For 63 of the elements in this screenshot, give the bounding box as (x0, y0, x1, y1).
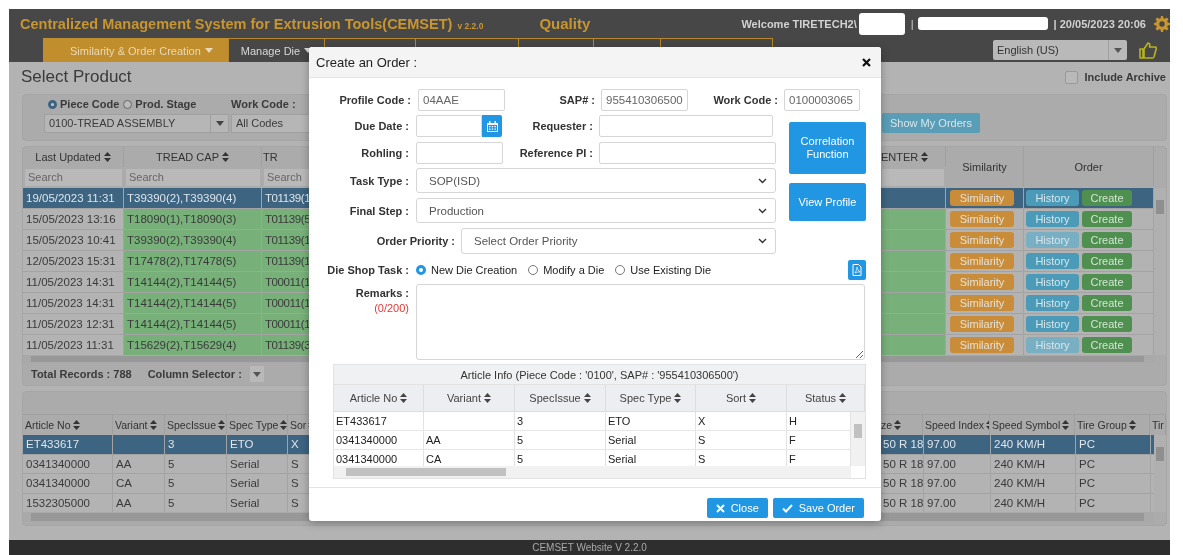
page-title: Select Product (21, 67, 132, 87)
table-cell: 240 KM/H (991, 474, 1076, 493)
table-cell: T39390(2),T39390(4) (124, 230, 262, 250)
radio-label: Prod. Stage (135, 98, 197, 110)
table-cell: X (696, 412, 787, 430)
field-label: SAP# : (558, 94, 595, 106)
table-cell: 97.00 (924, 454, 991, 473)
field-label: Profile Code : (338, 94, 411, 106)
table-cell: AA (424, 431, 515, 449)
table-cell: 0341340000 (334, 431, 424, 449)
field-label: Work Code : (231, 98, 296, 110)
table-cell: CA (113, 474, 165, 493)
table-cell: ET433617 (334, 412, 424, 430)
table-cell: S (696, 431, 787, 449)
table-cell: 240 KM/H (991, 454, 1076, 473)
checkbox-label: Include Archive (1084, 71, 1166, 83)
table-cell: 3 (515, 412, 606, 430)
table-cell: 5 (165, 454, 227, 473)
table-cell: PC (1076, 474, 1151, 493)
table-cell: PC (1076, 435, 1151, 454)
field-label: Task Type : (349, 174, 409, 187)
field-label: Reference PI : (518, 146, 593, 159)
field-label: Requester : (531, 120, 593, 132)
table-cell: ETO (227, 435, 288, 454)
app-title: Centralized Management System for Extrusion Tools(CEMSET) (20, 15, 453, 32)
version-label: v 2.2.0 (457, 20, 484, 31)
table-cell: T39390(2),T39390(4) (124, 188, 262, 208)
table-cell: 3 (165, 435, 227, 454)
table-cell: T15629(2),T15629(4) (124, 335, 262, 355)
table-cell: PC (1076, 454, 1151, 473)
table-cell: ETO (606, 412, 696, 430)
character-counter: (0/200) (374, 302, 409, 314)
module-title: Quality (539, 15, 591, 32)
table-cell: 97.00 (924, 474, 991, 493)
field-label: Work Code : (712, 94, 778, 106)
table-cell: 19/05/2023 11:31 (23, 188, 124, 208)
table-cell: Serial (227, 474, 288, 493)
table-cell: Serial (606, 431, 696, 449)
table-cell: AA (113, 454, 165, 473)
table-title: Article Info (Piece Code : '0100', SAP# : '955410306500') (334, 365, 865, 385)
table-cell: 5 (165, 474, 227, 493)
table-cell: T14144(2),T14144(5) (124, 293, 262, 313)
table-cell: Serial (227, 454, 288, 473)
radio-label: Piece Code (60, 98, 120, 110)
field-label: Rohling : (360, 146, 409, 159)
table-cell: 240 KM/H (991, 435, 1076, 454)
total-records-text: Total Records : 788 (31, 368, 132, 381)
table-cell: T17478(2),T17478(5) (124, 251, 262, 271)
field-label: Order Priority : (375, 235, 455, 247)
table-cell: 0341340000 (23, 454, 113, 473)
separator-text: | (910, 17, 914, 30)
table-cell: ET433617 (23, 435, 113, 454)
date-time: | 20/05/2023 20:06 (1053, 17, 1146, 30)
table-cell: T18090(1),T18090(3) (124, 209, 262, 229)
table-cell: 5 (515, 431, 606, 449)
field-label: Due Date : (353, 120, 409, 132)
footer-text: CEMSET Website V 2.2.0 (532, 542, 647, 553)
table-cell: T14144(2),T14144(5) (124, 272, 262, 292)
welcome-text: Welcome TIRETECH2\ (741, 17, 857, 30)
table-cell: 0341340000 (23, 474, 113, 493)
column-selector-label: Column Selector : (147, 368, 242, 381)
table-cell: T14144(2),T14144(5) (124, 314, 262, 334)
table-cell: 97.00 (924, 435, 991, 454)
